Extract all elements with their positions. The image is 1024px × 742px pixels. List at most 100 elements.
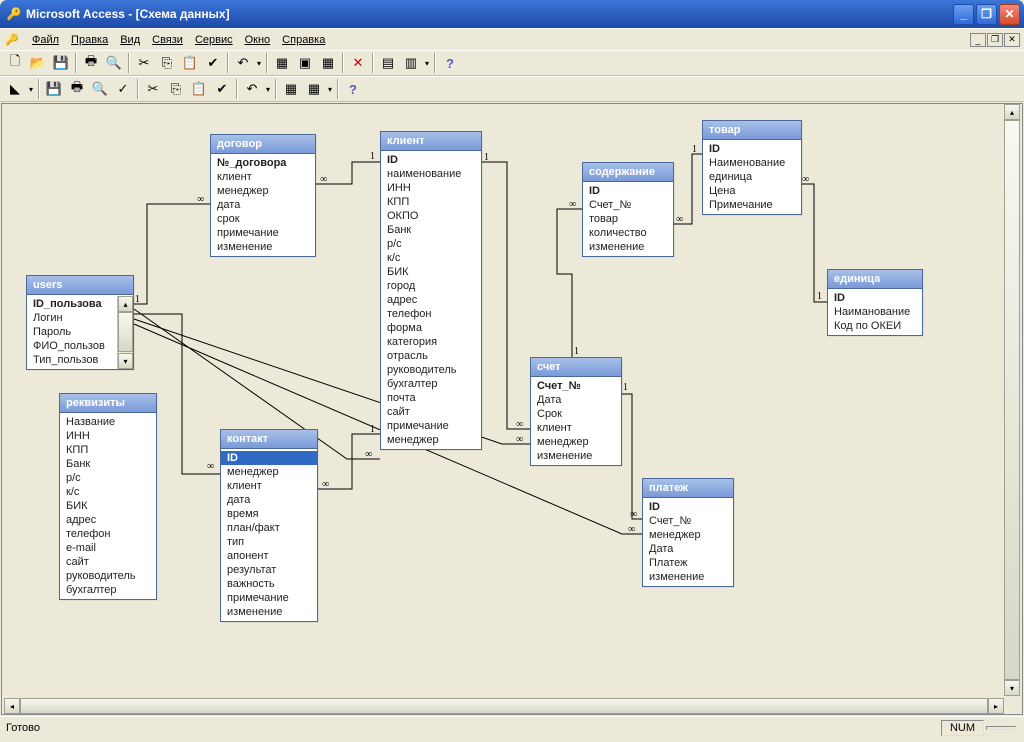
field[interactable]: менеджер — [531, 435, 621, 449]
field[interactable]: срок — [211, 212, 315, 226]
new-object-dropdown[interactable]: ▾ — [423, 59, 431, 68]
field[interactable]: товар — [583, 212, 673, 226]
field[interactable]: телефон — [381, 307, 481, 321]
field[interactable]: сайт — [60, 555, 156, 569]
table-header[interactable]: платеж — [643, 479, 733, 498]
field[interactable]: №_договора — [211, 156, 315, 170]
field[interactable]: ID — [221, 451, 317, 465]
field[interactable]: наименование — [381, 167, 481, 181]
format2-icon[interactable]: ✔ — [211, 78, 233, 100]
field[interactable]: менеджер — [221, 465, 317, 479]
relationship-canvas[interactable]: 1 ∞ ∞ ∞ ∞ ∞ 1 ∞ 1 ∞ 1 ∞ 1 ∞ 1 ∞ 1 — [1, 103, 1023, 715]
menu-help[interactable]: Справка — [276, 32, 331, 48]
table-scrollbar[interactable]: ▴▾ — [117, 296, 133, 369]
table-tovar[interactable]: товарIDНаименованиеединицаЦенаПримечание — [702, 120, 802, 215]
field[interactable]: Код по ОКЕИ — [828, 319, 922, 333]
field[interactable]: Пароль — [27, 325, 117, 339]
preview2-icon[interactable]: 🔍 — [89, 78, 111, 100]
menu-service[interactable]: Сервис — [189, 32, 239, 48]
field[interactable]: тип — [221, 535, 317, 549]
table-header[interactable]: клиент — [381, 132, 481, 151]
copy2-icon[interactable]: ⎘ — [165, 78, 187, 100]
field[interactable]: Банк — [60, 457, 156, 471]
menu-relations[interactable]: Связи — [146, 32, 189, 48]
field[interactable]: Банк — [381, 223, 481, 237]
paste-icon[interactable]: 📋 — [179, 52, 201, 74]
print-icon[interactable]: 🖶 — [80, 52, 102, 74]
field[interactable]: отрасль — [381, 349, 481, 363]
canvas-scrollbar-h[interactable]: ◂ ▸ — [4, 698, 1004, 714]
field[interactable]: Наименование — [703, 156, 801, 170]
table-header[interactable]: содержание — [583, 163, 673, 182]
field[interactable]: ID — [703, 142, 801, 156]
mdi-close[interactable]: ✕ — [1004, 33, 1020, 47]
field[interactable]: сайт — [381, 405, 481, 419]
field[interactable]: Платеж — [643, 556, 733, 570]
table-header[interactable]: единица — [828, 270, 922, 289]
field[interactable]: ФИО_пользов — [27, 339, 117, 353]
field[interactable]: менеджер — [381, 433, 481, 447]
field[interactable]: Логин — [27, 311, 117, 325]
field[interactable]: ID_пользова — [27, 297, 117, 311]
field[interactable]: изменение — [221, 605, 317, 619]
field[interactable]: Срок — [531, 407, 621, 421]
field[interactable]: Дата — [643, 542, 733, 556]
field[interactable]: план/факт — [221, 521, 317, 535]
format-icon[interactable]: ✔ — [202, 52, 224, 74]
table-header[interactable]: контакт — [221, 430, 317, 449]
cut-icon[interactable]: ✂ — [133, 52, 155, 74]
field[interactable]: к/с — [381, 251, 481, 265]
field[interactable]: дата — [211, 198, 315, 212]
menu-view[interactable]: Вид — [114, 32, 146, 48]
field[interactable]: Счет_№ — [583, 198, 673, 212]
open-icon[interactable]: 📂 — [27, 52, 49, 74]
table-users[interactable]: usersID_пользоваЛогинПарольФИО_пользовТи… — [26, 275, 134, 370]
field[interactable]: Примечание — [703, 198, 801, 212]
show-table-icon[interactable]: ▦ — [271, 52, 293, 74]
db-window-icon[interactable]: ▤ — [377, 52, 399, 74]
field[interactable]: ID — [583, 184, 673, 198]
close-button[interactable]: ✕ — [999, 4, 1020, 25]
field[interactable]: руководитель — [60, 569, 156, 583]
print2-icon[interactable]: 🖶 — [66, 78, 88, 100]
field[interactable]: дата — [221, 493, 317, 507]
field[interactable]: ИНН — [60, 429, 156, 443]
mdi-app-icon[interactable]: 🔑 — [4, 32, 20, 48]
field[interactable]: БИК — [381, 265, 481, 279]
delete-icon[interactable]: ✕ — [347, 52, 369, 74]
save2-icon[interactable]: 💾 — [43, 78, 65, 100]
field[interactable]: почта — [381, 391, 481, 405]
table-header[interactable]: реквизиты — [60, 394, 156, 413]
minimize-button[interactable]: _ — [953, 4, 974, 25]
field[interactable]: изменение — [531, 449, 621, 463]
field[interactable]: Наиманование — [828, 305, 922, 319]
show-direct-icon[interactable]: ▣ — [294, 52, 316, 74]
field[interactable]: изменение — [583, 240, 673, 254]
new-icon[interactable]: 🗋 — [4, 52, 26, 74]
field[interactable]: изменение — [211, 240, 315, 254]
table-edinica[interactable]: единицаIDНаиманованиеКод по ОКЕИ — [827, 269, 923, 336]
field[interactable]: примечание — [221, 591, 317, 605]
copy-icon[interactable]: ⎘ — [156, 52, 178, 74]
show-all-icon[interactable]: ▦ — [317, 52, 339, 74]
maximize-button[interactable]: ❐ — [976, 4, 997, 25]
field[interactable]: адрес — [381, 293, 481, 307]
field[interactable]: ИНН — [381, 181, 481, 195]
field[interactable]: Тип_пользов — [27, 353, 117, 367]
field[interactable]: примечание — [381, 419, 481, 433]
spell-icon[interactable]: ✓ — [112, 78, 134, 100]
field[interactable]: город — [381, 279, 481, 293]
table-dogovor[interactable]: договор№_договораклиентменеджердатасрокп… — [210, 134, 316, 257]
field[interactable]: ОКПО — [381, 209, 481, 223]
help2-icon[interactable]: ? — [342, 78, 364, 100]
field[interactable]: руководитель — [381, 363, 481, 377]
cut2-icon[interactable]: ✂ — [142, 78, 164, 100]
field[interactable]: БИК — [60, 499, 156, 513]
design-icon[interactable]: ◣ — [4, 78, 26, 100]
field[interactable]: количество — [583, 226, 673, 240]
paste2-icon[interactable]: 📋 — [188, 78, 210, 100]
field[interactable]: р/с — [381, 237, 481, 251]
rel-icon[interactable]: ▦ — [280, 78, 302, 100]
field[interactable]: Счет_№ — [643, 514, 733, 528]
field[interactable]: Дата — [531, 393, 621, 407]
